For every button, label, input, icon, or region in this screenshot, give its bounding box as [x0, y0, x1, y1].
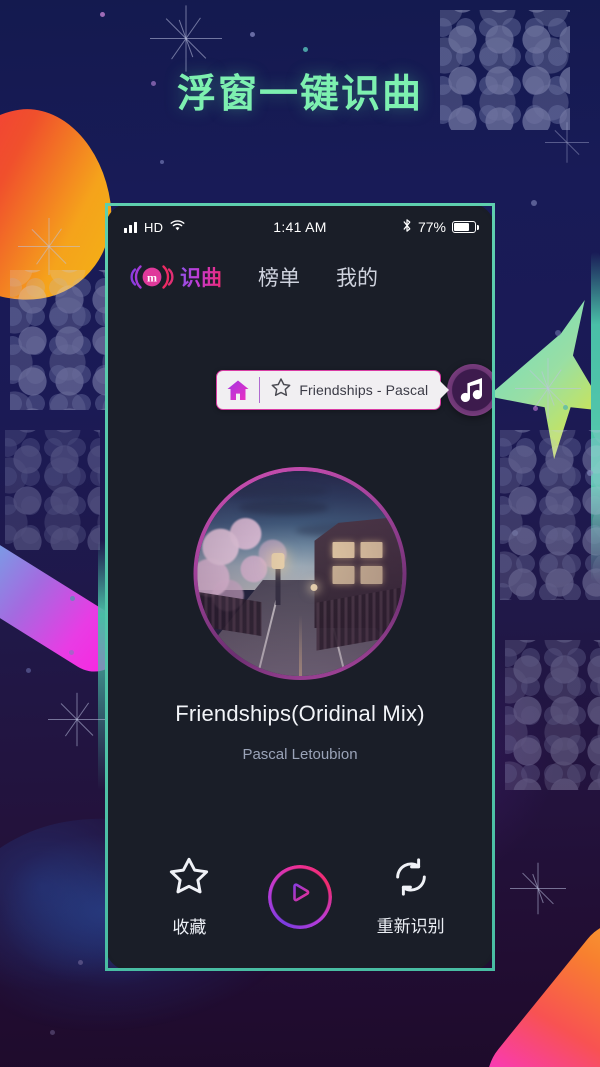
track-title: Friendships(Oridinal Mix): [175, 701, 425, 726]
svg-text:m: m: [147, 270, 157, 284]
teal-bar-right-decoration: [591, 252, 600, 582]
page-title: 浮窗一键识曲: [176, 73, 423, 116]
sparkle-icon: [48, 690, 106, 748]
star-dot: [50, 1030, 55, 1035]
album-art: [193, 467, 407, 680]
status-bar-right: 77%: [402, 218, 480, 236]
star-dot: [587, 470, 593, 476]
sparkle-icon: [545, 120, 589, 164]
star-dot: [69, 650, 74, 655]
floating-window-widget[interactable]: Friendships - Pascal: [216, 364, 492, 416]
battery-percent-label: 77%: [417, 219, 446, 235]
sparkle-icon: [18, 215, 80, 277]
star-dot: [512, 530, 518, 536]
floating-pill-body: Friendships - Pascal: [260, 377, 432, 403]
phone-screen: HD 1:41 AM 77% m 识曲 榜单 我的 Friendships - …: [108, 206, 492, 968]
tab-shiqu[interactable]: m 识曲: [130, 262, 222, 292]
play-ring: [267, 865, 332, 929]
star-dot: [303, 47, 308, 52]
star-outline-icon[interactable]: [270, 377, 292, 403]
tab-wode[interactable]: 我的: [336, 262, 378, 292]
floating-pill[interactable]: Friendships - Pascal: [216, 370, 450, 410]
refresh-icon: [390, 857, 432, 902]
sparkle-icon: [510, 860, 566, 916]
tab-label: 我的: [336, 267, 378, 290]
green-star-decoration: [488, 300, 600, 460]
star-dust: [500, 430, 600, 600]
phone-mockup: HD 1:41 AM 77% m 识曲 榜单 我的 Friendships - …: [105, 203, 495, 971]
play-button-wrap: [257, 865, 343, 929]
home-icon[interactable]: [217, 379, 259, 401]
star-dot: [160, 160, 164, 164]
bluetooth-icon: [402, 218, 412, 236]
tab-label: 识曲: [180, 262, 222, 292]
status-bar: HD 1:41 AM 77%: [108, 206, 492, 248]
re-recognize-button[interactable]: 重新识别: [368, 857, 454, 937]
star-dot: [563, 405, 568, 410]
music-note-icon[interactable]: [447, 364, 492, 416]
album-art-image: [197, 471, 403, 676]
teal-bar-left-decoration: [98, 540, 105, 790]
star-dot: [555, 330, 561, 336]
star-dot: [531, 200, 537, 206]
music-recognition-logo-icon: m: [130, 263, 174, 291]
star-dust: [5, 430, 100, 550]
star-dot: [78, 960, 83, 965]
play-button[interactable]: [267, 865, 332, 929]
tab-label: 榜单: [258, 267, 300, 290]
pill-notch: [440, 381, 450, 399]
tab-bangdan[interactable]: 榜单: [258, 262, 300, 292]
floating-widget-text: Friendships - Pascal: [299, 382, 429, 398]
star-dot: [26, 668, 31, 673]
star-dot: [70, 596, 75, 601]
star-dot: [100, 12, 105, 17]
album-color-tint: [197, 471, 403, 676]
control-label: 收藏: [172, 918, 207, 937]
track-artist: Pascal Letoubion: [242, 746, 358, 763]
player-controls: 收藏 重新识别: [108, 856, 492, 938]
poster-stage: 浮窗一键识曲 HD 1:41 AM 77% m 识曲 榜单 我的 Friends…: [0, 0, 600, 1067]
favorite-button[interactable]: 收藏: [146, 856, 232, 938]
battery-icon: [452, 221, 480, 233]
control-label: 重新识别: [376, 917, 445, 936]
star-outline-icon: [167, 856, 211, 903]
nav-tabs: m 识曲 榜单 我的: [108, 248, 492, 292]
star-dust: [505, 640, 600, 790]
sparkle-icon: [515, 355, 581, 421]
star-dot: [250, 32, 255, 37]
star-dot: [533, 406, 538, 411]
